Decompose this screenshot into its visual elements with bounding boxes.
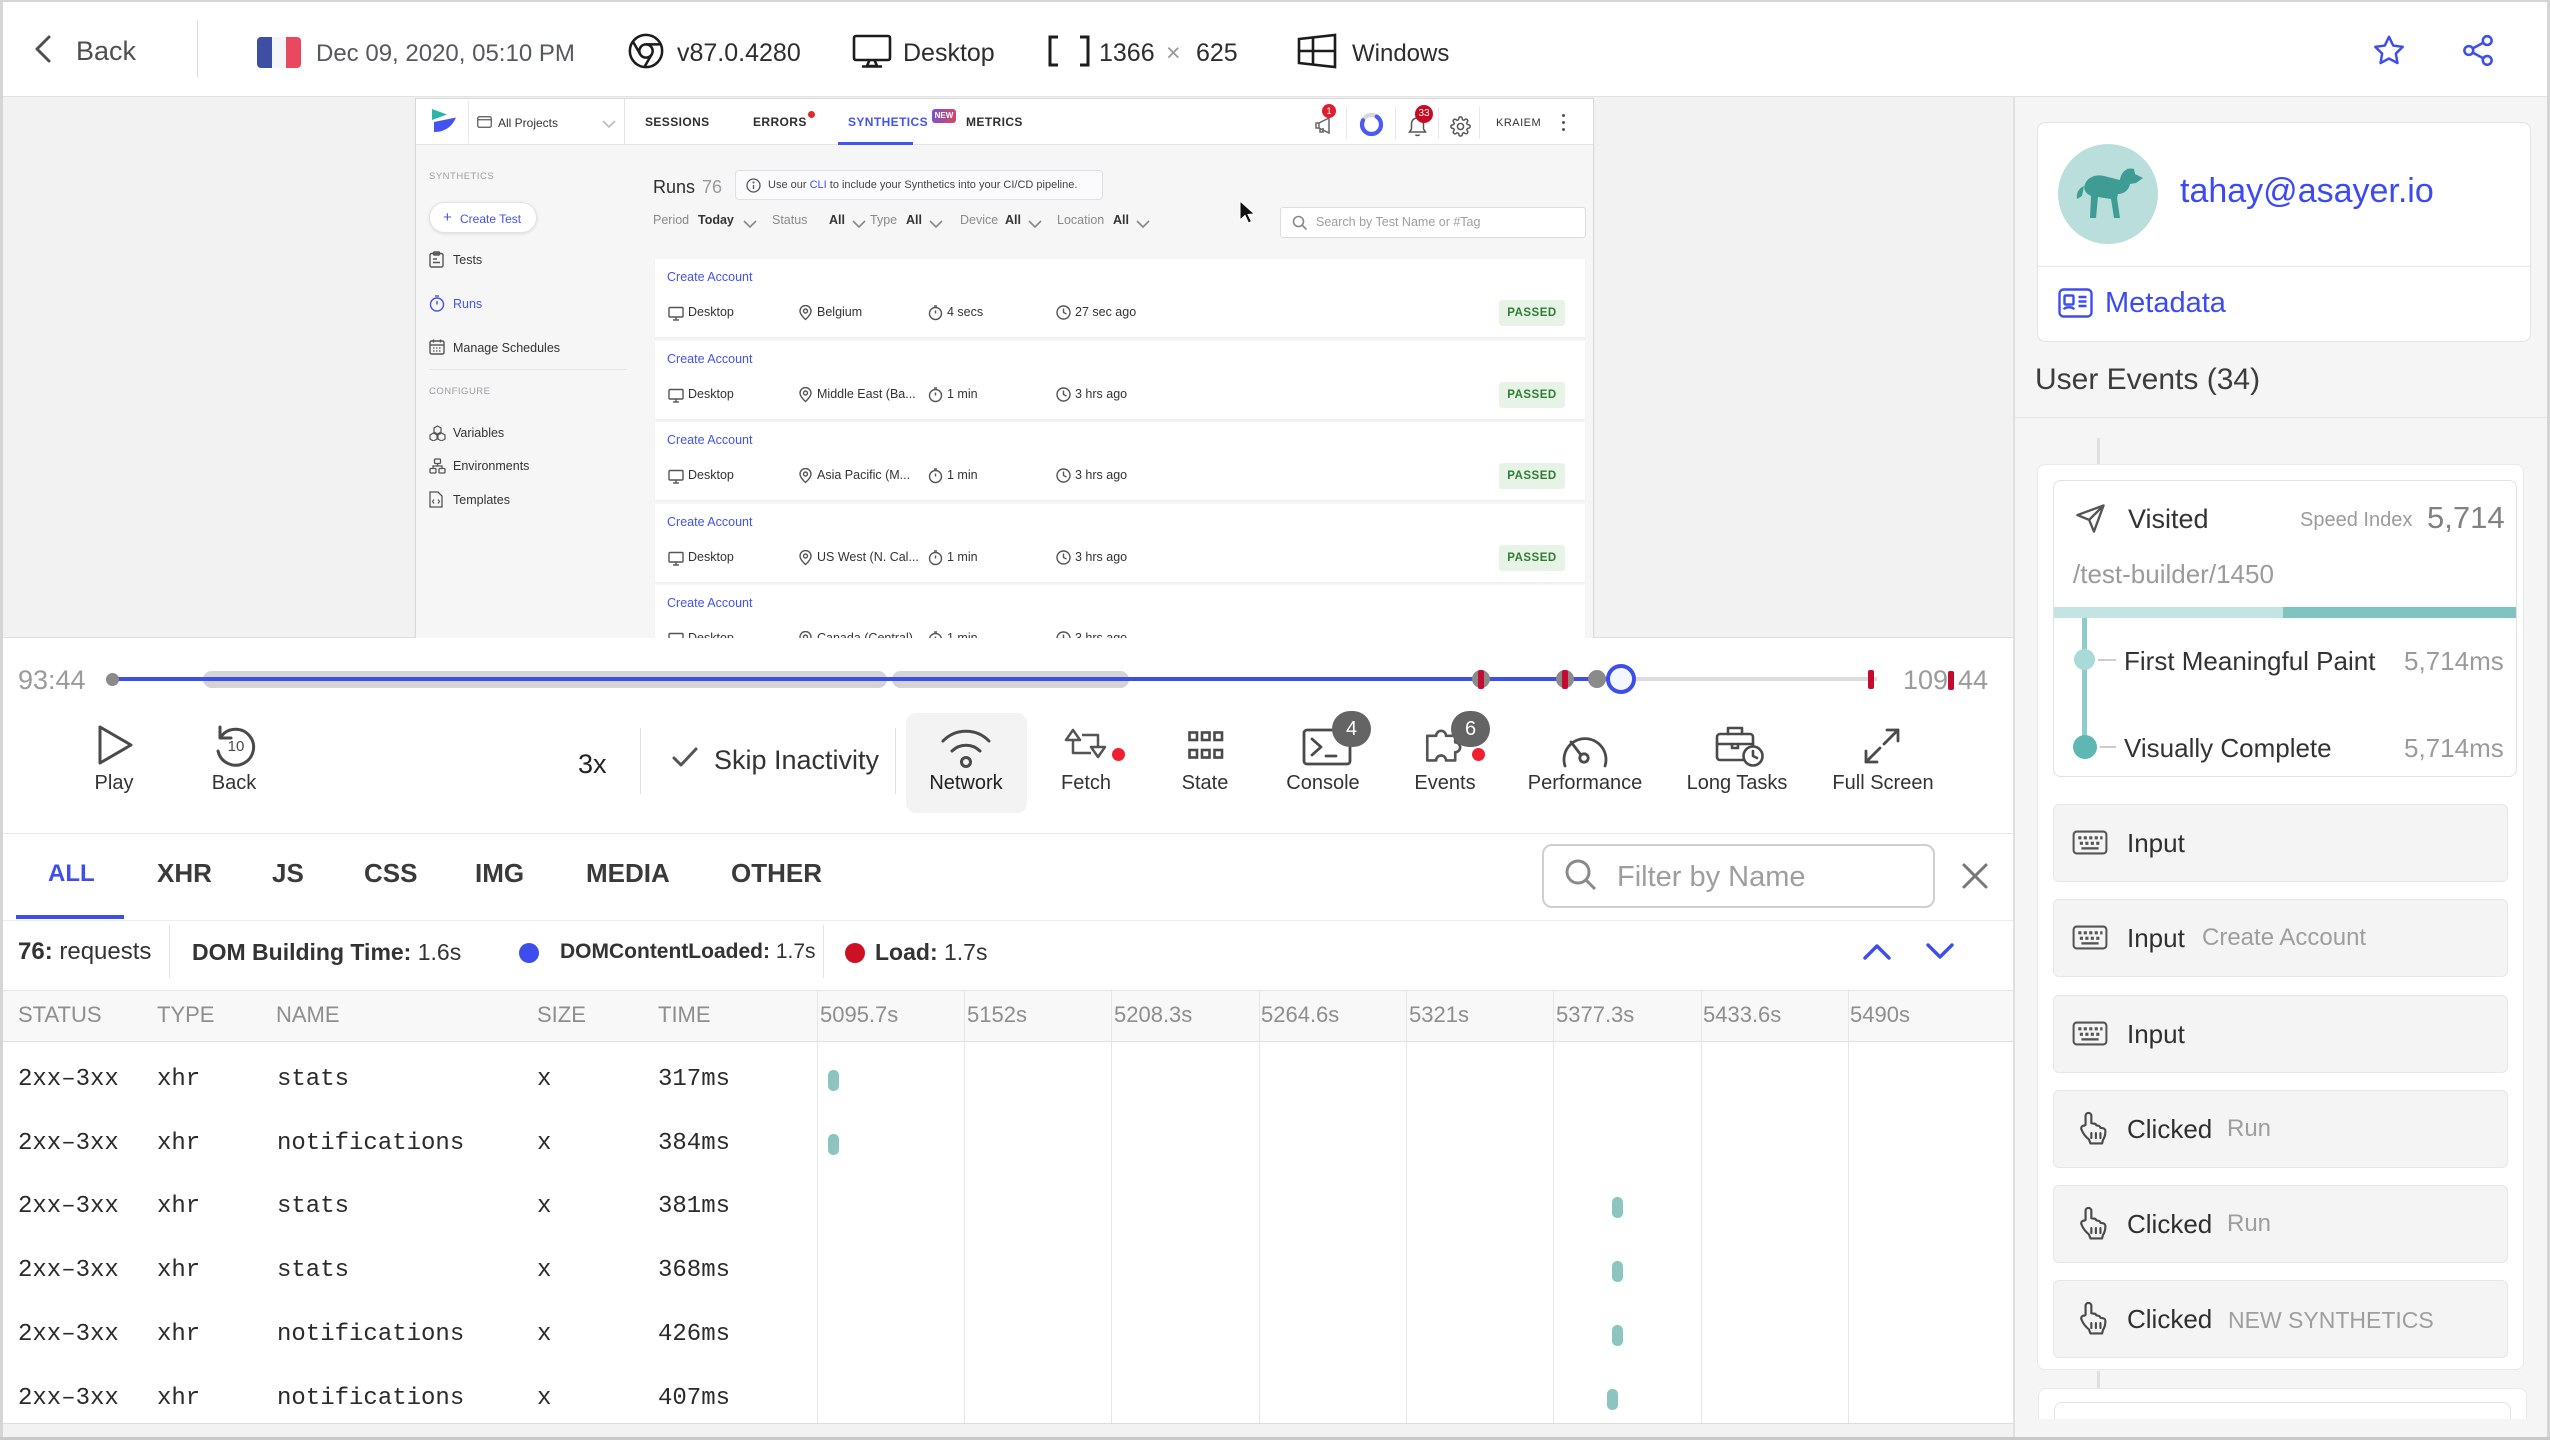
svg-text:10: 10 [228, 738, 245, 755]
